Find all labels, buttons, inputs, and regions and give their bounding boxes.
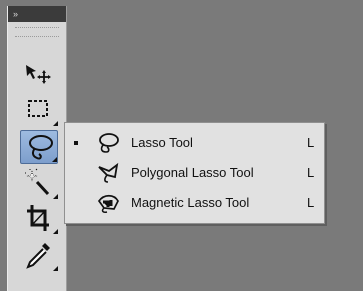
tools-panel-header[interactable]: » — [8, 6, 66, 22]
tool-group-indicator — [53, 121, 58, 126]
move-tool-button[interactable] — [20, 58, 58, 92]
menu-item-label: Lasso Tool — [131, 135, 193, 150]
menu-item-polygonal-lasso-tool[interactable]: Polygonal Lasso Tool L — [65, 159, 324, 187]
eyedropper-tool-button[interactable] — [20, 238, 58, 272]
menu-item-magnetic-lasso-tool[interactable]: Magnetic Lasso Tool L — [65, 189, 324, 217]
menu-item-shortcut: L — [307, 195, 315, 210]
rectangular-marquee-tool-button[interactable] — [20, 93, 58, 127]
active-tool-bullet — [74, 141, 78, 145]
polygonal-lasso-icon — [98, 162, 119, 183]
tool-group-indicator — [53, 266, 58, 271]
menu-item-label: Magnetic Lasso Tool — [131, 195, 250, 210]
tool-group-indicator — [53, 194, 58, 199]
lasso-tool-button[interactable] — [20, 130, 58, 164]
menu-item-lasso-tool[interactable]: Lasso Tool L — [65, 129, 324, 157]
tools-panel: » — [7, 6, 67, 291]
lasso-icon — [99, 133, 119, 153]
magnetic-lasso-icon — [97, 194, 119, 213]
tool-group-indicator — [53, 229, 58, 234]
menu-item-label: Polygonal Lasso Tool — [131, 165, 254, 180]
lasso-tool-flyout-menu: Lasso Tool L Polygonal Lasso Tool L Magn… — [64, 122, 325, 224]
panel-grip[interactable] — [15, 27, 59, 37]
menu-item-shortcut: L — [307, 165, 315, 180]
crop-tool-button[interactable] — [20, 201, 58, 235]
photoshop-workspace: » Lasso Tool L Polygonal Lasso Tool L Ma… — [0, 0, 363, 291]
menu-item-shortcut: L — [307, 135, 315, 150]
move-icon — [26, 65, 51, 84]
quick-selection-tool-button[interactable] — [20, 166, 58, 200]
tool-group-indicator — [52, 157, 57, 162]
collapse-icon[interactable]: » — [13, 9, 18, 19]
